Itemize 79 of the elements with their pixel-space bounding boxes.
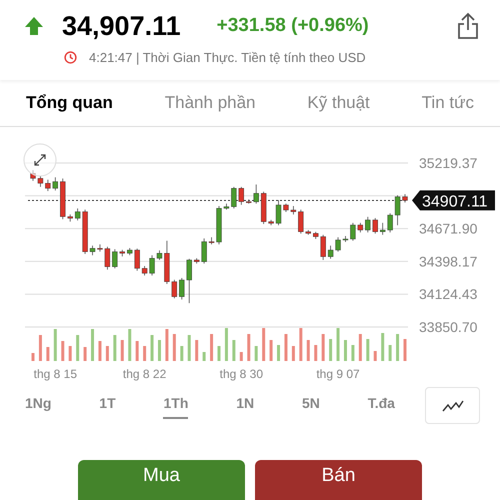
candle [68,214,73,222]
candle [149,254,155,276]
candle [238,186,244,206]
axis-label: 34124.43 [419,286,478,302]
candle [127,248,132,256]
candle [179,278,184,300]
candle [283,203,289,212]
candle [394,194,400,226]
line-chart-icon [442,400,464,412]
candle [402,194,408,203]
candle [82,209,88,254]
chart-type-button[interactable] [425,387,480,424]
axis-label: thg 9 07 [316,367,360,381]
period-tab[interactable]: 1Ng [25,392,52,418]
axis-label: 34671.90 [419,220,478,237]
candle [134,248,140,272]
candle [358,222,364,233]
candle [142,266,148,276]
candle [60,178,66,220]
period-tab[interactable]: 1N [236,392,254,418]
candle [335,236,341,252]
candle [298,209,304,234]
candle [254,184,259,204]
tab[interactable]: Tin tức [422,90,474,116]
candle [172,279,178,299]
axis-label: thg 8 30 [220,367,263,381]
buy-button[interactable]: Mua [78,460,245,500]
axis-label: thg 8 22 [122,367,166,381]
candle [208,236,214,245]
candle [320,234,326,260]
tab[interactable]: Tổng quan [26,90,113,116]
candle [276,200,282,226]
candle [328,245,334,260]
candle [112,248,118,269]
candle [52,176,58,191]
candle [156,250,162,260]
share-icon[interactable] [456,12,480,40]
price-change: +331.58 (+0.96%) [216,14,369,38]
candle [30,170,36,182]
candle [313,231,318,240]
candle [224,203,230,210]
candle [74,208,80,221]
tab[interactable]: Kỹ thuật [307,90,370,116]
candle [268,219,274,226]
tab[interactable]: Thành phần [164,90,256,116]
sell-button[interactable]: Bán [255,460,422,500]
candle [97,244,103,252]
candle [246,199,252,204]
candle [387,212,393,233]
axis-label: thg 8 15 [34,367,77,381]
candle [365,216,370,233]
candle [350,222,356,242]
price: 34,907.11 [62,10,181,43]
timestamp: 4:21:47 | Thời Gian Thực. Tiền tệ tính theo USD [89,49,366,67]
axis-label: 34398.17 [419,253,478,270]
candle [164,240,170,284]
candle [380,222,386,236]
period-tab[interactable]: 1Th [163,392,188,418]
candle [201,238,207,264]
candle [120,249,125,257]
candle [342,236,348,242]
period-tab[interactable]: 5N [302,392,320,418]
candle [90,245,96,256]
candle [290,206,296,215]
ref-line-label: 34907.11 [422,193,488,210]
candle [372,218,378,234]
expand-button[interactable] [24,144,56,176]
candle [38,175,44,188]
candle [306,230,311,236]
price-tag: 34907.11 [412,190,495,210]
candle [104,246,110,270]
period-tab[interactable]: 1T [99,392,116,418]
period-tab[interactable]: T.đa [368,392,395,418]
axis-label: 33850.70 [419,319,478,335]
candle [194,258,200,264]
clock-icon [64,51,77,64]
axis-label: 35219.37 [419,155,478,171]
candle [45,179,51,192]
candle [186,258,192,304]
